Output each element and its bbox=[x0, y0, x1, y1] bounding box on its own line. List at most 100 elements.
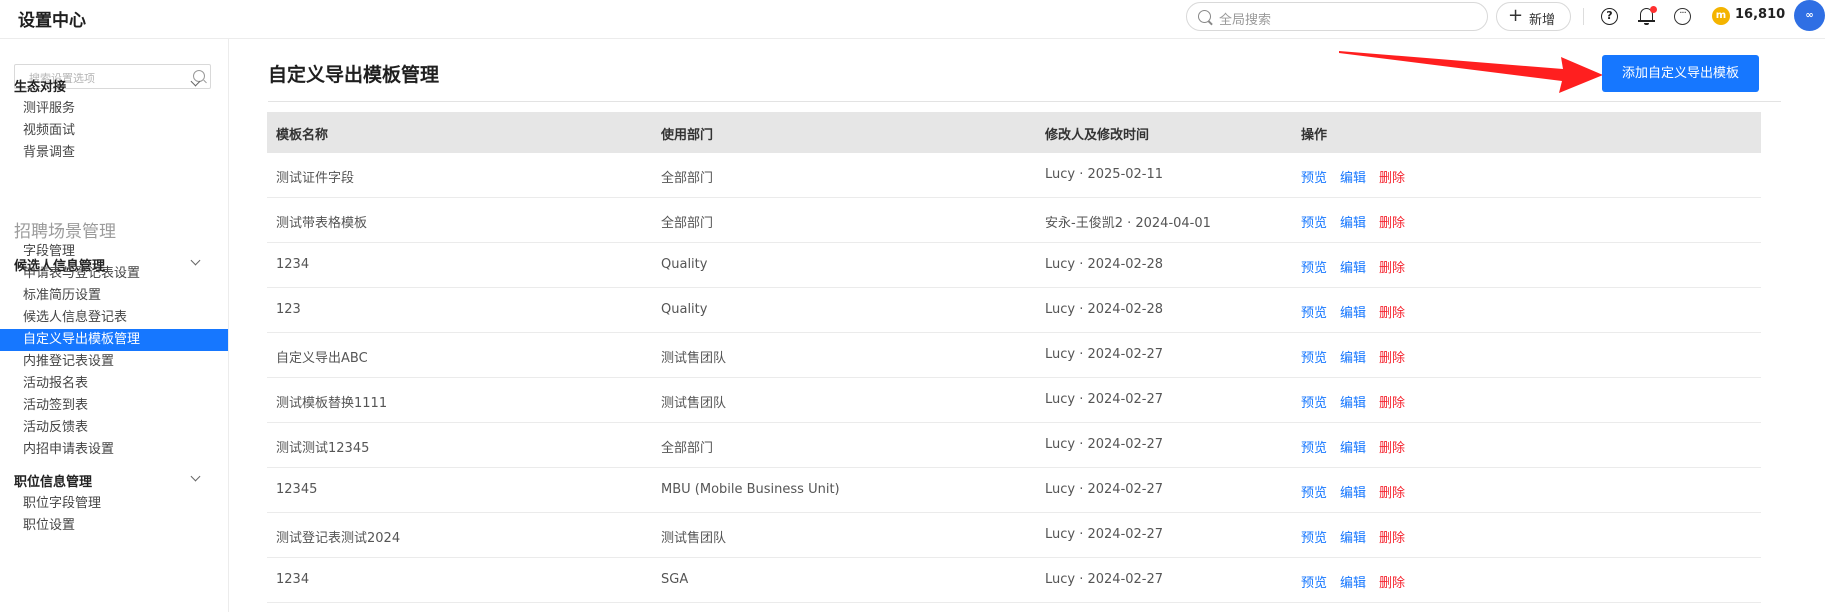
table-row: 测试测试12345 全部部门 Lucy · 2024-02-27 预览 编辑 删除 bbox=[267, 423, 1761, 468]
add-template-button[interactable]: 添加自定义导出模板 bbox=[1602, 55, 1759, 92]
preview-link[interactable]: 预览 bbox=[1301, 527, 1327, 546]
edit-link[interactable]: 编辑 bbox=[1340, 212, 1366, 231]
avatar[interactable]: ∞ bbox=[1794, 0, 1825, 31]
sidebar-item[interactable]: 字段管理 bbox=[0, 241, 228, 263]
template-name-cell: 测试登记表测试2024 bbox=[276, 531, 401, 546]
global-search-input[interactable]: 全局搜索 bbox=[1186, 2, 1488, 31]
template-name-cell: 测试证件字段 bbox=[276, 171, 355, 186]
group-ecosystem[interactable]: 生态对接 bbox=[14, 76, 66, 95]
sidebar: 搜索设置选项 生态对接 测评服务 视频面试 背景调查 招聘场景管理 候选人信息管… bbox=[0, 39, 229, 612]
coin-count[interactable]: 16,810 bbox=[1735, 7, 1785, 22]
department-cell: Quality bbox=[661, 302, 708, 317]
department-cell: Quality bbox=[661, 257, 708, 272]
sidebar-item[interactable]: 测评服务 bbox=[0, 98, 228, 120]
edit-link[interactable]: 编辑 bbox=[1340, 347, 1366, 366]
table-row: 测试带表格模板 全部部门 安永-王俊凯2 · 2024-04-01 预览 编辑 删除 bbox=[267, 198, 1761, 243]
table-row: 测试模板替换1111 测试售团队 Lucy · 2024-02-27 预览 编辑 删除 bbox=[267, 378, 1761, 423]
sidebar-item[interactable]: 标准简历设置 bbox=[0, 285, 228, 307]
modified-cell: 安永-王俊凯2 · 2024-04-01 bbox=[1045, 216, 1211, 231]
edit-link[interactable]: 编辑 bbox=[1340, 482, 1366, 501]
search-icon bbox=[1198, 10, 1211, 23]
sidebar-item[interactable]: 职位设置 bbox=[0, 515, 228, 537]
new-button-label: 新增 bbox=[1529, 13, 1556, 28]
main-content: 自定义导出模板管理 添加自定义导出模板 模板名称 使用部门 修改人及修改时间 操… bbox=[229, 39, 1825, 612]
edit-link[interactable]: 编辑 bbox=[1340, 302, 1366, 321]
preview-link[interactable]: 预览 bbox=[1301, 257, 1327, 276]
template-name-cell: 123 bbox=[276, 302, 301, 317]
section-title: 招聘场景管理 bbox=[14, 222, 116, 242]
edit-link[interactable]: 编辑 bbox=[1340, 257, 1366, 276]
department-cell: 全部部门 bbox=[661, 441, 714, 456]
more-icon[interactable]: ··· bbox=[1674, 8, 1691, 25]
delete-link[interactable]: 删除 bbox=[1379, 167, 1405, 186]
modified-cell: Lucy · 2024-02-27 bbox=[1045, 347, 1164, 362]
table-row: 自定义导出ABC 测试售团队 Lucy · 2024-02-27 预览 编辑 删除 bbox=[267, 333, 1761, 378]
notification-bell-icon[interactable] bbox=[1638, 6, 1657, 26]
edit-link[interactable]: 编辑 bbox=[1340, 437, 1366, 456]
app-title: 设置中心 bbox=[18, 11, 86, 31]
template-name-cell: 测试带表格模板 bbox=[276, 216, 368, 231]
annotation-arrow-icon bbox=[1339, 51, 1603, 93]
sidebar-item[interactable]: 视频面试 bbox=[0, 120, 228, 142]
edit-link[interactable]: 编辑 bbox=[1340, 167, 1366, 186]
sidebar-item[interactable]: 职位字段管理 bbox=[0, 493, 228, 515]
modified-cell: Lucy · 2024-02-27 bbox=[1045, 482, 1164, 497]
department-cell: 测试售团队 bbox=[661, 531, 727, 546]
help-icon[interactable]: ? bbox=[1601, 8, 1618, 25]
department-cell: 全部部门 bbox=[661, 216, 714, 231]
sidebar-item[interactable]: 活动反馈表 bbox=[0, 417, 228, 439]
table-header: 模板名称 使用部门 修改人及修改时间 操作 bbox=[267, 112, 1761, 153]
delete-link[interactable]: 删除 bbox=[1379, 257, 1405, 276]
table-row: 测试登记表测试2024 测试售团队 Lucy · 2024-02-27 预览 编辑 删除 bbox=[267, 513, 1761, 558]
delete-link[interactable]: 删除 bbox=[1379, 482, 1405, 501]
notification-dot bbox=[1650, 6, 1657, 13]
preview-link[interactable]: 预览 bbox=[1301, 392, 1327, 411]
edit-link[interactable]: 编辑 bbox=[1340, 527, 1366, 546]
sidebar-item[interactable]: 内招申请表设置 bbox=[0, 439, 228, 461]
preview-link[interactable]: 预览 bbox=[1301, 347, 1327, 366]
department-cell: SGA bbox=[661, 572, 689, 587]
template-name-cell: 测试测试12345 bbox=[276, 441, 370, 456]
template-name-cell: 1234 bbox=[276, 257, 310, 272]
top-header: 设置中心 全局搜索 + 新增 ? ··· m 16,810 ∞ bbox=[0, 0, 1825, 39]
delete-link[interactable]: 删除 bbox=[1379, 302, 1405, 321]
table-row: 测试证件字段 全部部门 Lucy · 2025-02-11 预览 编辑 删除 bbox=[267, 153, 1761, 198]
delete-link[interactable]: 删除 bbox=[1379, 347, 1405, 366]
delete-link[interactable]: 删除 bbox=[1379, 437, 1405, 456]
sidebar-item[interactable]: 候选人信息登记表 bbox=[0, 307, 228, 329]
delete-link[interactable]: 删除 bbox=[1379, 212, 1405, 231]
sidebar-item[interactable]: 活动签到表 bbox=[0, 395, 228, 417]
header-divider bbox=[1583, 8, 1584, 25]
sidebar-item[interactable]: 活动报名表 bbox=[0, 373, 228, 395]
modified-cell: Lucy · 2024-02-27 bbox=[1045, 572, 1164, 587]
table-row: 123 Quality Lucy · 2024-02-28 预览 编辑 删除 bbox=[267, 288, 1761, 333]
chevron-down-icon[interactable] bbox=[190, 471, 201, 482]
sidebar-item[interactable]: 申请表与登记表设置 bbox=[0, 263, 228, 285]
preview-link[interactable]: 预览 bbox=[1301, 167, 1327, 186]
modified-cell: Lucy · 2024-02-27 bbox=[1045, 527, 1164, 542]
modified-cell: Lucy · 2024-02-28 bbox=[1045, 257, 1164, 272]
sidebar-item[interactable]: 内推登记表设置 bbox=[0, 351, 228, 373]
coin-icon: m bbox=[1712, 7, 1730, 25]
sidebar-item[interactable]: 背景调查 bbox=[0, 142, 228, 164]
preview-link[interactable]: 预览 bbox=[1301, 302, 1327, 321]
department-cell: 测试售团队 bbox=[661, 396, 727, 411]
table-row: 1234 SGA Lucy · 2024-02-27 预览 编辑 删除 bbox=[267, 558, 1761, 603]
group-position[interactable]: 职位信息管理 bbox=[14, 471, 92, 490]
preview-link[interactable]: 预览 bbox=[1301, 212, 1327, 231]
preview-link[interactable]: 预览 bbox=[1301, 572, 1327, 591]
delete-link[interactable]: 删除 bbox=[1379, 392, 1405, 411]
column-header: 操作 bbox=[1301, 128, 1328, 143]
sidebar-item-active[interactable]: 自定义导出模板管理 bbox=[0, 329, 228, 351]
column-header: 修改人及修改时间 bbox=[1045, 128, 1150, 143]
template-name-cell: 自定义导出ABC bbox=[276, 351, 368, 366]
preview-link[interactable]: 预览 bbox=[1301, 437, 1327, 456]
global-search-placeholder: 全局搜索 bbox=[1219, 13, 1272, 28]
edit-link[interactable]: 编辑 bbox=[1340, 392, 1366, 411]
delete-link[interactable]: 删除 bbox=[1379, 527, 1405, 546]
preview-link[interactable]: 预览 bbox=[1301, 482, 1327, 501]
new-button[interactable]: + 新增 bbox=[1496, 2, 1571, 31]
column-header: 模板名称 bbox=[276, 128, 329, 143]
delete-link[interactable]: 删除 bbox=[1379, 572, 1405, 591]
edit-link[interactable]: 编辑 bbox=[1340, 572, 1366, 591]
